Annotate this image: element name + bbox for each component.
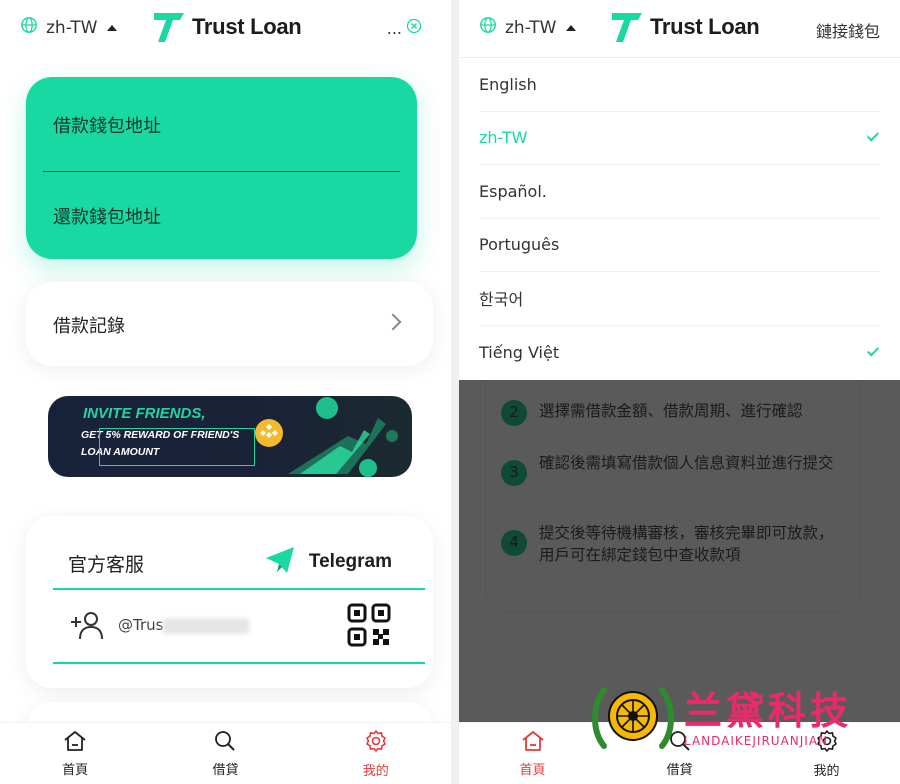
nav-home-label: 首頁 — [62, 762, 89, 778]
caret-up-icon — [107, 24, 118, 31]
language-option-label: Español. — [479, 181, 547, 201]
invite-friends-banner[interactable]: INVITE FRIENDS, GET 5% REWARD OF FRIEND'… — [48, 396, 412, 477]
language-option-label: English — [479, 74, 537, 94]
divider — [53, 662, 425, 664]
language-dropdown: English zh-TW Español. Português 한국어 Tiế… — [459, 57, 900, 379]
telegram-icon — [265, 546, 295, 578]
divider — [53, 588, 425, 590]
handle-text: @Trus — [118, 616, 164, 634]
step-number: 2 — [501, 400, 527, 426]
language-option-korean[interactable]: 한국어 — [479, 272, 880, 326]
step-2: 2 選擇需借款金額、借款周期、進行確認 — [501, 400, 841, 426]
nav-home[interactable]: 首頁 — [493, 730, 573, 778]
language-option-label: Tiếng Việt — [479, 342, 560, 362]
wallet-address-card: 借款錢包地址 還款錢包地址 — [26, 77, 417, 259]
language-option-spanish[interactable]: Español. — [479, 165, 880, 219]
checkmark-icon — [866, 129, 880, 142]
wallet-status[interactable]: ... — [387, 18, 422, 38]
home-screen: zh-TW Trust Loan ... 借款錢包地址 還款錢包地址 借款記錄 — [0, 0, 451, 784]
qr-code-icon[interactable] — [347, 603, 391, 651]
home-icon — [63, 730, 87, 756]
language-option-label: 한국어 — [479, 290, 524, 310]
add-user-icon — [70, 610, 104, 644]
banner-title: INVITE FRIENDS, — [83, 405, 206, 422]
close-circle-icon[interactable] — [406, 18, 422, 38]
language-option-vietnamese[interactable]: Tiếng Việt — [479, 326, 880, 380]
telegram-link[interactable]: Telegram — [265, 546, 392, 578]
language-switcher[interactable]: zh-TW — [479, 16, 577, 39]
customer-service-card: 官方客服 Telegram @Trus — [26, 516, 433, 688]
language-menu-screen: zh-TW Trust Loan 鏈接錢包 English zh-TW Espa… — [459, 0, 900, 784]
language-option-zh-tw[interactable]: zh-TW — [479, 112, 880, 165]
nav-home[interactable]: 首頁 — [35, 730, 115, 778]
top-bar: zh-TW Trust Loan ... — [0, 0, 451, 56]
borrow-wallet-address[interactable]: 借款錢包地址 — [53, 112, 161, 138]
step-3: 3 確認後需填寫借款個人信息資料並進行提交 — [501, 452, 841, 486]
watermark-emblem-icon — [592, 687, 674, 749]
nav-loan-label: 借貸 — [212, 762, 239, 778]
language-option-label: zh-TW — [479, 128, 528, 148]
step-text: 提交後等待機構審核，審核完畢即可放款，用戶可在綁定錢包中查收款項 — [539, 524, 834, 565]
bottom-navigation: 首頁 借貸 我的 — [0, 722, 451, 784]
settings-icon — [364, 729, 388, 757]
modal-overlay[interactable]: 2 選擇需借款金額、借款周期、進行確認 3 確認後需填寫借款個人信息資料並進行提… — [459, 380, 900, 722]
language-option-portuguese[interactable]: Português — [479, 219, 880, 272]
chevron-right-icon — [384, 313, 402, 331]
nav-mine[interactable]: 我的 — [336, 729, 416, 779]
divider — [43, 171, 400, 172]
telegram-handle[interactable]: @Trus — [118, 616, 250, 634]
checkmark-icon — [866, 344, 880, 357]
home-icon — [521, 730, 545, 756]
nav-home-label: 首頁 — [519, 762, 546, 778]
telegram-label: Telegram — [308, 551, 392, 572]
nav-mine-label: 我的 — [813, 763, 840, 779]
globe-icon — [20, 16, 38, 39]
customer-service-title: 官方客服 — [68, 554, 145, 576]
brand-logo: Trust Loan — [152, 10, 302, 44]
nav-mine-label: 我的 — [362, 763, 389, 779]
repay-wallet-address[interactable]: 還款錢包地址 — [53, 203, 161, 229]
watermark: 兰黛科技 LANDAIKEJIRUANJIAN — [590, 676, 848, 756]
loan-records-card[interactable]: 借款記錄 — [26, 282, 433, 366]
watermark-name: 兰黛科技 — [684, 689, 853, 733]
nav-loan[interactable]: 借貸 — [185, 730, 265, 778]
trust-loan-logo-icon — [154, 13, 184, 42]
language-option-label: Português — [479, 235, 560, 255]
step-number: 3 — [501, 460, 527, 486]
step-text: 選擇需借款金額、借款周期、進行確認 — [539, 402, 803, 420]
search-icon — [213, 730, 237, 756]
nav-loan-label: 借貸 — [666, 762, 693, 778]
banner-frame — [99, 428, 255, 466]
binance-coin-icon — [255, 419, 283, 447]
language-switcher[interactable]: zh-TW — [20, 16, 118, 39]
language-label: zh-TW — [505, 17, 557, 38]
trust-loan-logo-icon — [612, 13, 642, 42]
brand-logo: Trust Loan — [610, 10, 760, 44]
language-option-english[interactable]: English — [479, 58, 880, 112]
brand-name: Trust Loan — [192, 14, 302, 39]
caret-up-icon — [566, 24, 577, 31]
globe-icon — [479, 16, 497, 39]
watermark-subtitle: LANDAIKEJIRUANJIAN — [684, 734, 829, 748]
brand-name: Trust Loan — [650, 14, 760, 39]
step-4: 4 提交後等待機構審核，審核完畢即可放款，用戶可在綁定錢包中查收款項 — [501, 522, 841, 567]
language-label: zh-TW — [46, 17, 98, 38]
connect-wallet-button[interactable]: 鏈接錢包 — [816, 18, 880, 42]
step-number: 4 — [501, 530, 527, 556]
wallet-address-ellipsis: ... — [386, 18, 402, 38]
redacted-text — [163, 617, 250, 634]
step-text: 確認後需填寫借款個人信息資料並進行提交 — [539, 454, 834, 472]
panel-gutter — [451, 0, 459, 784]
loan-records-label: 借款記錄 — [53, 316, 125, 337]
top-bar: zh-TW Trust Loan 鏈接錢包 — [459, 0, 900, 56]
